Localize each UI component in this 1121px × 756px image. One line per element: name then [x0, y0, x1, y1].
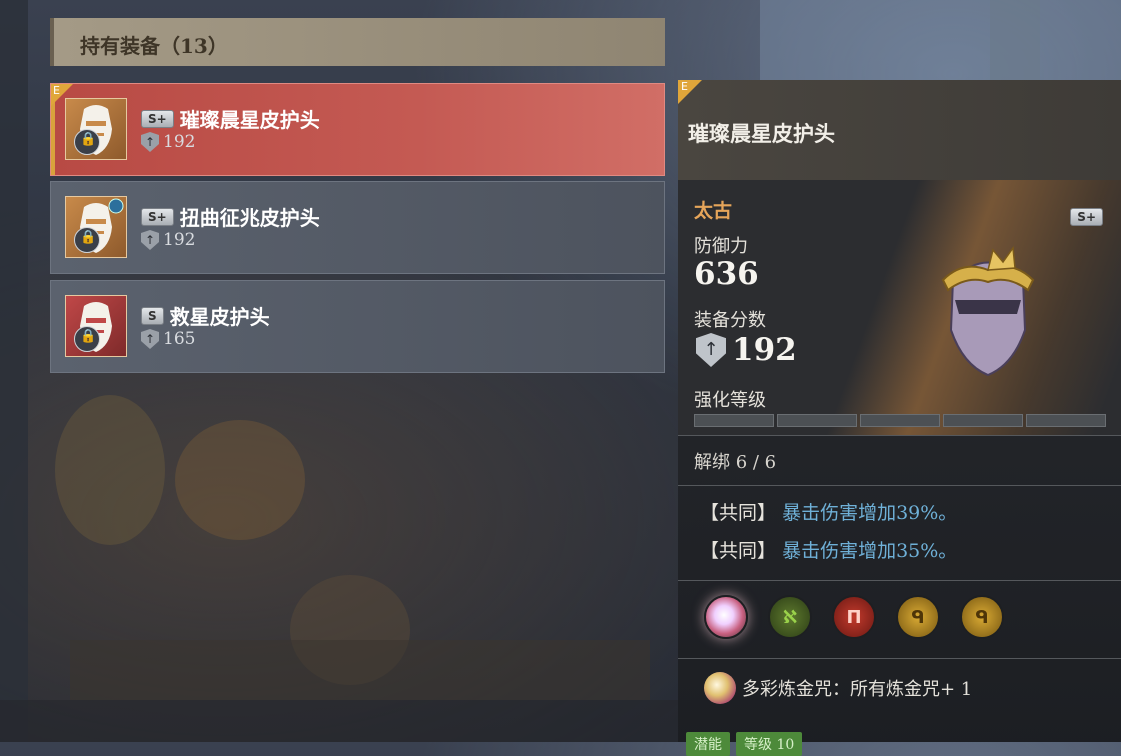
rainbow-rune-icon[interactable] [704, 595, 748, 639]
gold-rune-icon[interactable]: ᑫ [960, 595, 1004, 639]
gear-score-icon: ↑ [141, 132, 159, 152]
enhance-segment [860, 414, 940, 427]
score-label: 装备分数 [694, 310, 766, 331]
inventory-header-title: 持有装备（13） [80, 34, 228, 58]
tag: 潜能 [686, 732, 730, 756]
gear-score-icon: ↑ [141, 230, 159, 250]
helmet-icon: 🔒 [65, 295, 127, 357]
enhance-segment [694, 414, 774, 427]
enhance-segment [777, 414, 857, 427]
inventory-item[interactable]: 🔒 S 救星皮护头 ↑ 165 [50, 280, 665, 373]
item-name: 璀璨晨星皮护头 [179, 108, 320, 132]
defense-label: 防御力 [694, 236, 748, 257]
unbind-count: 解绑 6 / 6 [694, 452, 777, 473]
lock-icon[interactable]: 🔒 [74, 129, 100, 155]
alchemy-orb-icon [704, 672, 736, 704]
enhance-level-bar [694, 414, 1106, 427]
inventory-header: 持有装备（13） [50, 18, 665, 66]
green-rune-icon[interactable]: ℵ [768, 595, 812, 639]
tag: 等级 10 [736, 732, 803, 756]
grade-badge: S+ [141, 207, 174, 226]
divider [678, 580, 1121, 581]
item-score: 192 [163, 230, 196, 250]
lock-icon[interactable]: 🔒 [74, 227, 100, 253]
lock-icon[interactable]: 🔒 [74, 326, 100, 352]
defense-value: 636 [694, 256, 759, 292]
item-name: 扭曲征兆皮护头 [179, 206, 320, 230]
gear-score-icon: ↑ [696, 333, 726, 367]
item-score: 165 [163, 329, 196, 349]
score-value: 192 [732, 332, 797, 368]
divider [678, 435, 1121, 436]
stats-area: 太古 S+ 防御力 636 装备分数 ↑ 192 强化等级 [678, 180, 1121, 435]
effect-line: 【共同】 暴击伤害增加35%。 [700, 540, 958, 562]
detail-title: 璀璨晨星皮护头 [688, 121, 835, 146]
inventory-item[interactable]: E 🔒 S+ 璀璨晨星皮护头 ↑ 192 [50, 83, 665, 176]
grade-corner: E [678, 80, 702, 104]
effect-line: 【共同】 暴击伤害增加39%。 [700, 502, 958, 524]
enhance-segment [1026, 414, 1106, 427]
divider [678, 658, 1121, 659]
divider [678, 485, 1121, 486]
detail-header: E 璀璨晨星皮护头 [678, 80, 1121, 180]
helmet-icon [941, 245, 1035, 377]
tag-row: 潜能 等级 10 [686, 732, 803, 756]
grade-badge: S+ [141, 109, 174, 128]
tier-label: 太古 [694, 200, 733, 222]
enhance-segment [943, 414, 1023, 427]
item-name: 救星皮护头 [169, 305, 270, 329]
gear-score-icon: ↑ [141, 329, 159, 349]
item-detail-panel: E 璀璨晨星皮护头 太古 S+ 防御力 636 装备分数 ↑ 192 强化等级 … [678, 80, 1121, 756]
helmet-icon: 🔒 [65, 196, 127, 258]
alchemy-line: 多彩炼金咒：所有炼金咒+ 1 [704, 672, 972, 704]
grade-badge: S+ [1070, 208, 1103, 226]
gold-rune-icon[interactable]: ᑫ [896, 595, 940, 639]
item-score: 192 [163, 132, 196, 152]
alchemy-text: 多彩炼金咒：所有炼金咒+ 1 [742, 679, 973, 700]
inventory-item[interactable]: 🔒 S+ 扭曲征兆皮护头 ↑ 192 [50, 181, 665, 274]
enhance-label: 强化等级 [694, 390, 766, 411]
grade-badge: S [141, 306, 164, 325]
red-rune-icon[interactable]: Π [832, 595, 876, 639]
helmet-icon: 🔒 [65, 98, 127, 160]
